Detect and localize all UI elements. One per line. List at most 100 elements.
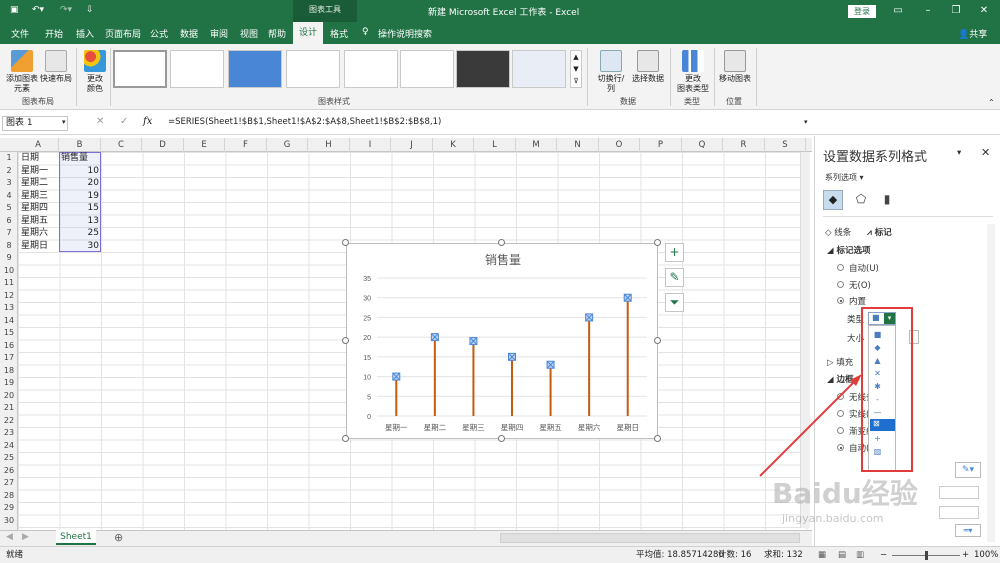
- column-header[interactable]: M: [516, 138, 557, 152]
- tell-me-search[interactable]: 操作说明搜索: [378, 27, 432, 40]
- tab-formulas[interactable]: 公式: [150, 27, 168, 40]
- row-header[interactable]: 21: [0, 402, 18, 415]
- row-header[interactable]: 25: [0, 452, 18, 465]
- zoom-in-icon[interactable]: +: [962, 547, 969, 563]
- formula-input[interactable]: =SERIES(Sheet1!$B$1,Sheet1!$A$2:$A$8,She…: [168, 117, 441, 127]
- login-button[interactable]: 登录: [848, 5, 876, 18]
- row-header[interactable]: 13: [0, 302, 18, 315]
- restore-icon[interactable]: ❐: [948, 3, 964, 19]
- resize-handle[interactable]: [498, 435, 505, 442]
- zoom-out-icon[interactable]: −: [880, 547, 887, 563]
- chart-style-2[interactable]: [170, 50, 224, 88]
- column-header[interactable]: B: [59, 138, 101, 152]
- dash-type-button[interactable]: ═▾: [955, 524, 981, 537]
- cell-header-sales[interactable]: 销售量: [61, 152, 101, 165]
- pane-close-icon[interactable]: ✕: [981, 146, 990, 159]
- row-header[interactable]: 20: [0, 390, 18, 403]
- cell-value[interactable]: 10: [61, 165, 99, 178]
- change-colors-button[interactable]: 更改 颜色: [82, 50, 108, 94]
- cell-value[interactable]: 25: [61, 227, 99, 240]
- row-header[interactable]: 10: [0, 265, 18, 278]
- chart-style-5[interactable]: [344, 50, 398, 88]
- collapse-ribbon-icon[interactable]: ⌃: [988, 98, 995, 107]
- select-data-button[interactable]: 选择数据: [632, 50, 664, 84]
- view-page-break-icon[interactable]: ▥: [856, 547, 864, 563]
- close-icon[interactable]: ✕: [976, 3, 992, 19]
- chart-filter-icon[interactable]: ⏷: [665, 293, 684, 312]
- cell-day[interactable]: 星期日: [21, 240, 59, 253]
- tab-data[interactable]: 数据: [180, 27, 198, 40]
- cell-header-date[interactable]: 日期: [21, 152, 59, 165]
- tab-line[interactable]: ◇ 线条: [825, 226, 851, 238]
- tab-page-layout[interactable]: 页面布局: [105, 27, 141, 40]
- marker-options-header[interactable]: ◢ 标记选项: [827, 244, 871, 256]
- styles-scroll[interactable]: ▲ ▼ ⊽: [570, 50, 582, 88]
- cell-value[interactable]: 30: [61, 240, 99, 253]
- next-sheet-icon[interactable]: ▶: [22, 532, 29, 542]
- tab-home[interactable]: 开始: [45, 27, 63, 40]
- name-box[interactable]: 图表 1: [2, 116, 68, 131]
- expand-formula-icon[interactable]: ▾: [804, 118, 808, 126]
- row-header[interactable]: 9: [0, 252, 18, 265]
- tab-marker[interactable]: ⩘ 标记: [867, 226, 892, 238]
- column-header[interactable]: E: [184, 138, 225, 152]
- customize-qat-icon[interactable]: ⇩: [86, 5, 94, 15]
- row-header[interactable]: 1: [0, 152, 18, 165]
- column-header[interactable]: N: [557, 138, 599, 152]
- change-chart-type-button[interactable]: 更改 图表类型: [676, 50, 710, 94]
- tab-review[interactable]: 审阅: [210, 27, 228, 40]
- column-header[interactable]: G: [267, 138, 308, 152]
- chart-style-6[interactable]: [400, 50, 454, 88]
- column-header[interactable]: A: [18, 138, 59, 152]
- row-header[interactable]: 8: [0, 240, 18, 253]
- column-header[interactable]: P: [640, 138, 682, 152]
- row-header[interactable]: 6: [0, 215, 18, 228]
- horizontal-scrollbar[interactable]: [500, 533, 800, 543]
- radio-none[interactable]: [837, 281, 844, 288]
- row-header[interactable]: 22: [0, 415, 18, 428]
- minimize-icon[interactable]: –: [920, 3, 936, 19]
- row-header[interactable]: 15: [0, 327, 18, 340]
- fill-line-icon[interactable]: ◆: [823, 190, 843, 210]
- cell-day[interactable]: 星期六: [21, 227, 59, 240]
- cell-value[interactable]: 13: [61, 215, 99, 228]
- row-header[interactable]: 14: [0, 315, 18, 328]
- tab-help[interactable]: 帮助: [268, 27, 286, 40]
- row-header[interactable]: 28: [0, 490, 18, 503]
- column-header[interactable]: K: [433, 138, 474, 152]
- insert-function-icon[interactable]: fx: [143, 116, 152, 127]
- ribbon-display-icon[interactable]: ▭: [890, 3, 906, 19]
- column-header[interactable]: D: [142, 138, 184, 152]
- undo-icon[interactable]: ↶▾: [32, 5, 44, 15]
- column-header[interactable]: C: [101, 138, 142, 152]
- tab-view[interactable]: 视图: [240, 27, 258, 40]
- column-header[interactable]: I: [350, 138, 391, 152]
- add-chart-element-button[interactable]: 添加图表 元素: [4, 50, 40, 94]
- row-header[interactable]: 29: [0, 502, 18, 515]
- row-header[interactable]: 12: [0, 290, 18, 303]
- row-header[interactable]: 18: [0, 365, 18, 378]
- cancel-icon[interactable]: ✕: [96, 116, 104, 127]
- sheet-tab-sheet1[interactable]: Sheet1: [56, 530, 96, 545]
- chart-title[interactable]: 销售量: [485, 252, 521, 267]
- radio-auto[interactable]: [837, 264, 844, 271]
- column-header[interactable]: O: [599, 138, 640, 152]
- view-normal-icon[interactable]: ▦: [818, 547, 826, 563]
- radio-builtin[interactable]: [837, 297, 844, 304]
- cell-day[interactable]: 星期二: [21, 177, 59, 190]
- resize-handle[interactable]: [342, 239, 349, 246]
- row-header[interactable]: 30: [0, 515, 18, 528]
- resize-handle[interactable]: [342, 337, 349, 344]
- series-options-bars-icon[interactable]: ▮: [877, 190, 897, 210]
- chart-elements-button[interactable]: +: [665, 243, 684, 262]
- resize-handle[interactable]: [654, 337, 661, 344]
- column-header[interactable]: F: [225, 138, 267, 152]
- row-header[interactable]: 5: [0, 202, 18, 215]
- quick-layout-button[interactable]: 快速布局: [40, 50, 72, 84]
- cell-day[interactable]: 星期五: [21, 215, 59, 228]
- row-header[interactable]: 24: [0, 440, 18, 453]
- cell-value[interactable]: 19: [61, 190, 99, 203]
- resize-handle[interactable]: [654, 239, 661, 246]
- row-header[interactable]: 16: [0, 340, 18, 353]
- column-header[interactable]: S: [765, 138, 806, 152]
